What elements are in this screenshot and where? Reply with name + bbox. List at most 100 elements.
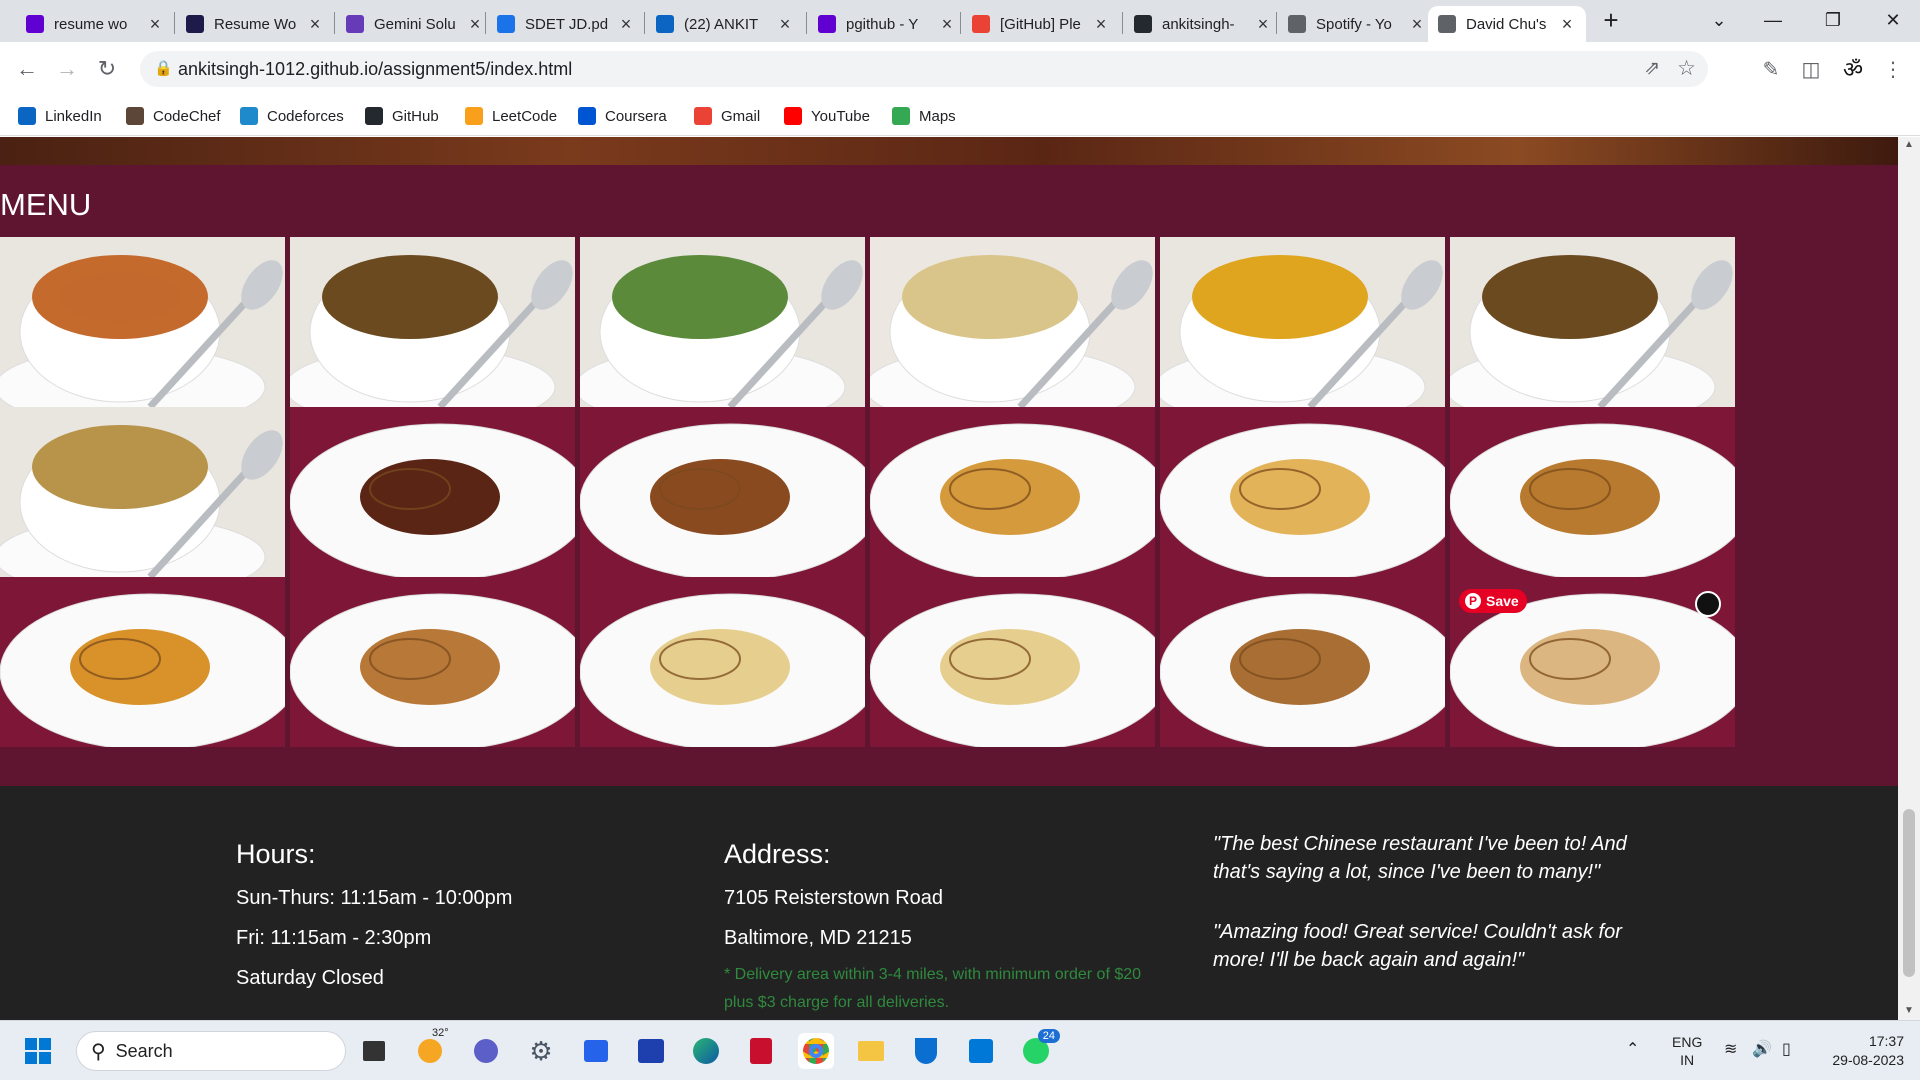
address-bar[interactable]: 🔒 ankitsingh-1012.github.io/assignment5/… (140, 51, 1708, 87)
mcafee-icon[interactable] (743, 1033, 779, 1069)
tray-chevron-icon[interactable]: ⌃ (1626, 1039, 1639, 1059)
tab-close-icon[interactable]: × (1558, 14, 1576, 35)
bookmark-codeforces[interactable]: Codeforces (240, 104, 344, 128)
menu-item-spare-ribs[interactable] (290, 407, 575, 577)
github-icon (365, 107, 383, 125)
taskbar-search[interactable]: ⚲ Search (76, 1031, 346, 1071)
close-window-icon[interactable]: ✕ (1866, 0, 1920, 40)
browser-tab[interactable]: resume wo × (16, 6, 174, 42)
visual-search-icon[interactable] (1695, 591, 1721, 617)
task-view-icon[interactable] (356, 1033, 392, 1069)
menu-item-tofu-veg-soup[interactable] (0, 407, 285, 577)
volume-icon[interactable]: 🔊 (1752, 1039, 1772, 1059)
bookmark-label: Gmail (721, 107, 761, 125)
menu-item-wonton-broth[interactable] (290, 237, 575, 407)
tab-separator (806, 12, 807, 34)
vscode-icon[interactable] (963, 1033, 999, 1069)
whatsapp-icon[interactable]: 24 (1018, 1029, 1060, 1069)
tab-close-icon[interactable]: × (146, 14, 164, 35)
meet-icon[interactable] (468, 1033, 504, 1069)
tab-search-icon[interactable]: ⌄ (1692, 0, 1746, 40)
food-photo (580, 577, 865, 747)
store-icon[interactable] (578, 1033, 614, 1069)
forward-icon[interactable]: → (52, 54, 82, 84)
menu-item-fried-wontons[interactable] (0, 577, 285, 747)
browser-tab[interactable]: SDET JD.pd × (487, 6, 645, 42)
scroll-down-icon[interactable]: ▼ (1904, 1005, 1914, 1016)
extensions-icon[interactable]: ✎ (1756, 54, 1786, 84)
browser-tab[interactable]: Resume Wo × (176, 6, 334, 42)
menu-item-egg-roll[interactable] (870, 407, 1155, 577)
scroll-thumb[interactable] (1903, 809, 1915, 977)
page-scrollbar[interactable]: ▲ ▼ (1898, 137, 1920, 1020)
menu-kebab-icon[interactable]: ⋮ (1878, 54, 1908, 84)
tab-close-icon[interactable]: × (776, 14, 794, 35)
edge-icon[interactable] (688, 1033, 724, 1069)
tab-close-icon[interactable]: × (1254, 14, 1272, 35)
bookmark-leetcode[interactable]: LeetCode (465, 104, 557, 128)
bookmark-youtube[interactable]: YouTube (784, 104, 870, 128)
bookmark-linkedin[interactable]: LinkedIn (18, 104, 102, 128)
bookmark-codechef[interactable]: CodeChef (126, 104, 221, 128)
file-explorer-icon[interactable] (853, 1033, 889, 1069)
side-panel-icon[interactable]: ◫ (1796, 54, 1826, 84)
whatsapp-badge: 24 (1037, 1029, 1060, 1043)
bookmark-coursera[interactable]: Coursera (578, 104, 667, 128)
browser-tab[interactable]: pgithub - Y × (808, 6, 966, 42)
bookmark-github[interactable]: GitHub (365, 104, 439, 128)
bookmark-gmail[interactable]: Gmail (694, 104, 760, 128)
browser-tab[interactable]: Spotify - Yo × (1278, 6, 1436, 42)
menu-item-shrimp-toast[interactable] (290, 577, 575, 747)
menu-item-spring-roll[interactable] (1160, 407, 1445, 577)
wifi-icon[interactable]: ≋ (1724, 1039, 1737, 1059)
menu-item-scallion-pancake[interactable] (1160, 577, 1445, 747)
reload-icon[interactable]: ↻ (92, 54, 122, 84)
language-indicator[interactable]: ENG IN (1672, 1033, 1702, 1069)
powerautomate-icon[interactable] (633, 1033, 669, 1069)
chrome-icon[interactable] (798, 1033, 834, 1069)
weather-icon[interactable]: 32° (412, 1027, 449, 1069)
menu-item-wonton-soup[interactable] (870, 237, 1155, 407)
browser-tab[interactable]: David Chu's × (1428, 6, 1586, 42)
menu-item-fried-tofu[interactable] (580, 577, 865, 747)
tab-close-icon[interactable]: × (1092, 14, 1110, 35)
lock-icon[interactable]: 🔒 (154, 59, 173, 77)
gmail-icon (694, 107, 712, 125)
settings-gear-icon[interactable]: ⚙ (523, 1033, 559, 1069)
bookmark-maps[interactable]: Maps (892, 104, 956, 128)
bookmark-star-icon[interactable]: ☆ (1677, 56, 1696, 81)
menu-item-pu-pu-platter[interactable] (580, 407, 865, 577)
browser-tab[interactable]: Gemini Solu × (336, 6, 494, 42)
menu-item-soup-greens[interactable] (580, 237, 865, 407)
tab-close-icon[interactable]: × (617, 14, 635, 35)
browser-tab[interactable]: [GitHub] Ple × (962, 6, 1120, 42)
r-icon (186, 15, 204, 33)
browser-tab[interactable]: ankitsingh- × (1124, 6, 1282, 42)
menu-item-egg-roll-2[interactable] (1450, 407, 1735, 577)
menu-item-soup-broccoli-carrot[interactable] (0, 237, 285, 407)
back-icon[interactable]: ← (12, 54, 42, 84)
scroll-up-icon[interactable]: ▲ (1904, 139, 1914, 150)
battery-icon[interactable]: ▯ (1782, 1039, 1791, 1059)
tab-close-icon[interactable]: × (938, 14, 956, 35)
defender-icon[interactable] (908, 1033, 944, 1069)
pinterest-save-button[interactable]: P Save (1459, 589, 1527, 613)
windows-start-icon[interactable] (20, 1033, 56, 1069)
clock[interactable]: 17:37 29-08-2023 (1820, 1032, 1904, 1070)
tab-close-icon[interactable]: × (466, 14, 484, 35)
url-text[interactable]: ankitsingh-1012.github.io/assignment5/in… (178, 59, 572, 80)
tab-close-icon[interactable]: × (306, 14, 324, 35)
new-tab-icon[interactable]: + (1584, 0, 1638, 40)
browser-tab[interactable]: (22) ANKIT × (646, 6, 804, 42)
restore-icon[interactable]: ❐ (1806, 0, 1860, 40)
menu-item-fried-tofu-2[interactable] (870, 577, 1155, 747)
menu-item-egg-drop-soup[interactable] (1160, 237, 1445, 407)
tab-close-icon[interactable]: × (1408, 14, 1426, 35)
minimize-icon[interactable]: — (1746, 0, 1800, 40)
hours-line: Saturday Closed (236, 967, 384, 989)
om-extension-icon[interactable]: ॐ (1838, 54, 1868, 84)
bookmark-label: YouTube (811, 107, 870, 125)
menu-item-noodle-soup[interactable] (1450, 237, 1735, 407)
share-icon[interactable]: ⇗ (1644, 57, 1660, 80)
bookmark-label: Maps (919, 107, 956, 125)
